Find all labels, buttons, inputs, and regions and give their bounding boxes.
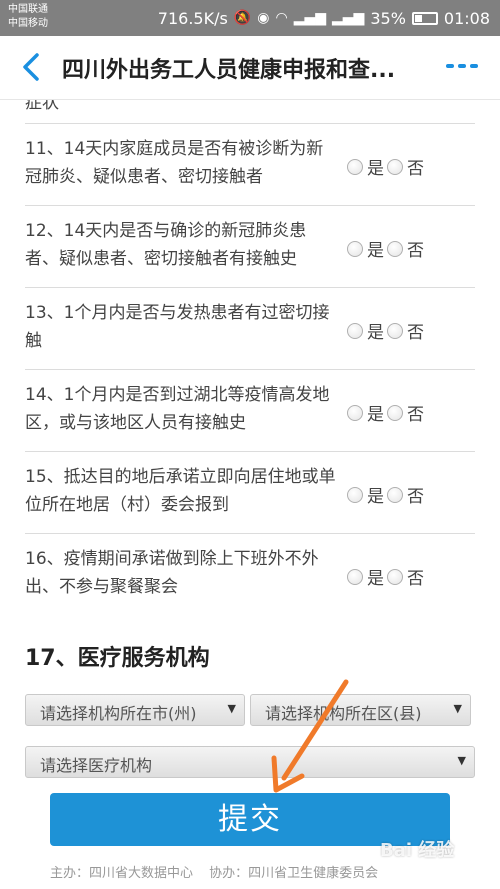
annotation-arrow-icon bbox=[271, 679, 349, 793]
radio-no[interactable] bbox=[387, 240, 403, 257]
title-bar: 四川外出务工人员健康申报和查... bbox=[0, 36, 500, 100]
institution-select[interactable]: 请选择医疗机构 ▼ bbox=[25, 746, 475, 778]
dropdown-arrow-icon: ▼ bbox=[457, 754, 466, 767]
question-16: 16、疫情期间承诺做到除上下班外不外出、不参与聚餐聚会 是 否 bbox=[25, 534, 475, 616]
radio-yes[interactable] bbox=[347, 486, 363, 503]
carrier-2: 中国移动 bbox=[8, 18, 48, 29]
institution-select-label: 请选择医疗机构 bbox=[40, 756, 153, 775]
network-speed: 716.5K/s bbox=[157, 8, 228, 28]
radio-no[interactable] bbox=[387, 322, 403, 339]
question-text: 14、1个月内是否到过湖北等疫情高发地区，或与该地区人员有接触史 bbox=[25, 385, 330, 433]
no-label: 否 bbox=[407, 569, 424, 589]
battery-icon bbox=[411, 11, 438, 25]
radio-yes[interactable] bbox=[347, 158, 363, 175]
signal-4g-icon: ▂▄▆ bbox=[332, 10, 365, 26]
question-text: 16、疫情期间承诺做到除上下班外不外出、不参与聚餐聚会 bbox=[25, 549, 319, 597]
radio-yes[interactable] bbox=[347, 322, 363, 339]
city-select[interactable]: 请选择机构所在市(州) ▼ bbox=[25, 694, 245, 726]
status-icons: 716.5K/s 🔕 ◉ ◠ ▂▄▆ ▂▄▆ 35% 01:08 bbox=[158, 0, 490, 36]
radio-yes[interactable] bbox=[347, 568, 363, 585]
question-12: 12、14天内是否与确诊的新冠肺炎患者、疑似患者、密切接触者有接触史 是 否 bbox=[25, 206, 475, 288]
radio-yes[interactable] bbox=[347, 404, 363, 421]
mute-icon: 🔕 bbox=[233, 10, 252, 26]
footer-host: 主办：四川省大数据中心 bbox=[50, 866, 194, 881]
form-content: 症状 11、14天内家庭成员是否有被诊断为新冠肺炎、疑似患者、密切接触者 是 否… bbox=[0, 100, 500, 889]
yes-label: 是 bbox=[367, 405, 384, 425]
previous-question-fragment: 症状 bbox=[25, 100, 475, 124]
status-bar: 中国联通 中国移动 716.5K/s 🔕 ◉ ◠ ▂▄▆ ▂▄▆ 35% 01:… bbox=[0, 0, 500, 36]
question-14: 14、1个月内是否到过湖北等疫情高发地区，或与该地区人员有接触史 是 否 bbox=[25, 370, 475, 452]
answer-options: 是 否 bbox=[347, 482, 427, 507]
clock: 01:08 bbox=[443, 8, 490, 28]
yes-label: 是 bbox=[367, 241, 384, 261]
yes-label: 是 bbox=[367, 323, 384, 343]
answer-options: 是 否 bbox=[347, 564, 427, 589]
radio-no[interactable] bbox=[387, 404, 403, 421]
question-13: 13、1个月内是否与发热患者有过密切接触 是 否 bbox=[25, 288, 475, 370]
radio-yes[interactable] bbox=[347, 240, 363, 257]
eye-icon: ◉ bbox=[257, 10, 270, 26]
footer: 主办：四川省大数据中心 协办：四川省卫生健康委员会 bbox=[50, 862, 390, 881]
no-label: 否 bbox=[407, 405, 424, 425]
radio-no[interactable] bbox=[387, 158, 403, 175]
radio-no[interactable] bbox=[387, 486, 403, 503]
signal-icon: ▂▄▆ bbox=[293, 10, 327, 26]
city-select-label: 请选择机构所在市(州) bbox=[40, 704, 197, 723]
battery-percent: 35% bbox=[370, 8, 406, 28]
no-label: 否 bbox=[407, 241, 424, 261]
question-text: 12、14天内是否与确诊的新冠肺炎患者、疑似患者、密切接触者有接触史 bbox=[25, 221, 307, 269]
no-label: 否 bbox=[407, 159, 424, 179]
no-label: 否 bbox=[407, 487, 424, 507]
dropdown-arrow-icon: ▼ bbox=[227, 702, 236, 715]
yes-label: 是 bbox=[367, 487, 384, 507]
footer-co-host: 协办：四川省卫生健康委员会 bbox=[209, 866, 379, 881]
wifi-icon: ◠ bbox=[275, 10, 288, 26]
radio-no[interactable] bbox=[387, 568, 403, 585]
question-text: 13、1个月内是否与发热患者有过密切接触 bbox=[25, 303, 330, 351]
chevron-left-icon[interactable] bbox=[18, 50, 46, 84]
question-15: 15、抵达目的地后承诺立即向居住地或单位所在地居（村）委会报到 是 否 bbox=[25, 452, 475, 534]
carrier-1: 中国联通 bbox=[8, 4, 48, 15]
more-icon[interactable] bbox=[446, 64, 478, 68]
yes-label: 是 bbox=[367, 159, 384, 179]
question-text: 11、14天内家庭成员是否有被诊断为新冠肺炎、疑似患者、密切接触者 bbox=[25, 139, 324, 187]
answer-options: 是 否 bbox=[347, 400, 427, 425]
watermark: Bai 经验 bbox=[380, 840, 455, 861]
section-title-medical: 17、医疗服务机构 bbox=[25, 646, 210, 671]
no-label: 否 bbox=[407, 323, 424, 343]
answer-options: 是 否 bbox=[347, 318, 427, 343]
page-title: 四川外出务工人员健康申报和查... bbox=[62, 58, 396, 83]
dropdown-arrow-icon: ▼ bbox=[453, 702, 462, 715]
answer-options: 是 否 bbox=[347, 236, 427, 261]
question-text: 15、抵达目的地后承诺立即向居住地或单位所在地居（村）委会报到 bbox=[25, 467, 336, 515]
carrier-info: 中国联通 中国移动 bbox=[8, 3, 48, 31]
question-11: 11、14天内家庭成员是否有被诊断为新冠肺炎、疑似患者、密切接触者 是 否 bbox=[25, 124, 475, 206]
answer-options: 是 否 bbox=[347, 154, 427, 179]
yes-label: 是 bbox=[367, 569, 384, 589]
